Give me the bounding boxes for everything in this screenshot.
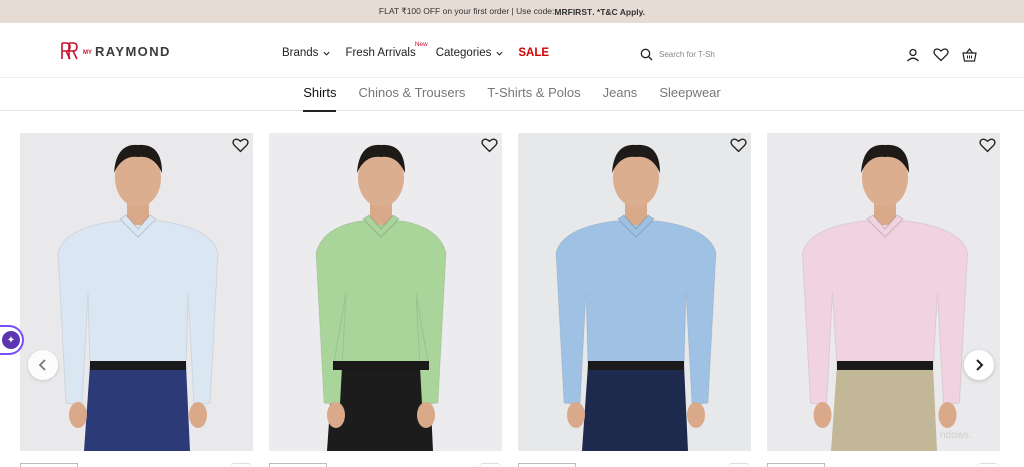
chevron-left-icon (38, 359, 46, 371)
model-left-hand (813, 402, 832, 428)
model-right-hand (938, 402, 957, 428)
product-image[interactable] (767, 133, 1000, 451)
wishlist-icon[interactable] (933, 47, 949, 62)
model-left-hand (69, 402, 87, 428)
main-nav: Brands Fresh Arrivals New Categories SAL… (282, 41, 549, 59)
chevron-down-icon (323, 51, 331, 56)
product-card[interactable] (518, 133, 751, 467)
model-right-hand (687, 402, 705, 428)
search-icon (640, 48, 653, 61)
tab-sleepwear[interactable]: Sleepwear (648, 79, 731, 111)
model-illustration (555, 144, 717, 451)
logo-prefix: MY (83, 49, 92, 56)
heart-icon[interactable] (979, 137, 996, 158)
model-illustration (315, 144, 447, 451)
nav-sale-label: SALE (518, 47, 550, 59)
product-card[interactable] (20, 133, 253, 467)
cart-basket-icon[interactable] (962, 47, 977, 62)
model-trousers (84, 365, 190, 451)
raymond-logo[interactable]: MY RAYMOND (60, 42, 171, 60)
promo-terms: . *T&C Apply. (592, 6, 646, 17)
site-header: MY RAYMOND Brands Fresh Arrivals New Cat… (0, 23, 1024, 78)
account-icon[interactable] (906, 48, 920, 62)
product-carousel (20, 133, 1000, 467)
product-image[interactable] (518, 133, 751, 451)
card-footer-edge (269, 463, 327, 467)
model-left-hand (327, 402, 345, 428)
header-actions (906, 47, 977, 62)
model-belt (837, 361, 933, 370)
promo-text: FLAT ₹100 OFF on your first order | Use … (378, 6, 555, 16)
model-trousers (582, 365, 688, 451)
promo-banner: FLAT ₹100 OFF on your first order | Use … (0, 0, 1024, 23)
model-belt (588, 361, 684, 370)
model-belt (333, 361, 429, 370)
card-footer-button-edge (479, 463, 501, 467)
card-footer-edge (20, 463, 78, 467)
nav-categories[interactable]: Categories (436, 47, 505, 59)
product-image[interactable] (269, 133, 502, 451)
heart-icon[interactable] (730, 137, 747, 158)
logo-name: RAYMOND (95, 43, 171, 59)
os-watermark: ndows. (940, 430, 972, 441)
heart-icon[interactable] (232, 137, 249, 158)
product-image[interactable] (20, 133, 253, 451)
nav-brands[interactable]: Brands (282, 47, 331, 59)
product-card[interactable] (767, 133, 1000, 467)
card-footer-button-edge (230, 463, 252, 467)
model-trousers (831, 365, 937, 451)
model-right-hand (189, 402, 207, 428)
promo-code: MRFIRST (554, 6, 593, 17)
nav-fresh-arrivals-label: Fresh Arrivals (345, 47, 416, 59)
carousel-next-button[interactable] (964, 350, 994, 380)
card-footer-button-edge (728, 463, 750, 467)
model-left-hand (567, 402, 585, 428)
product-card[interactable] (269, 133, 502, 467)
tab-shirts[interactable]: Shirts (292, 79, 347, 112)
category-tabs: Shirts Chinos & Trousers T-Shirts & Polo… (0, 79, 1024, 112)
nav-categories-label: Categories (435, 47, 492, 59)
model-belt (90, 361, 186, 370)
card-footer-edge (518, 463, 576, 467)
tab-tshirts-polos[interactable]: T-Shirts & Polos (476, 79, 591, 111)
card-footer-button-edge (977, 463, 999, 467)
new-badge: New (414, 41, 428, 48)
chevron-right-icon (976, 359, 984, 371)
nav-brands-label: Brands (282, 47, 319, 59)
search-input[interactable] (659, 50, 769, 59)
card-footer-edge (767, 463, 825, 467)
search-bar[interactable] (640, 48, 769, 61)
carousel-prev-button[interactable] (28, 350, 58, 380)
tab-jeans[interactable]: Jeans (592, 79, 649, 111)
nav-fresh-arrivals[interactable]: Fresh Arrivals New (345, 41, 427, 59)
tab-chinos-trousers[interactable]: Chinos & Trousers (347, 79, 476, 111)
model-right-hand (417, 402, 435, 428)
sparkle-icon: ✦ (2, 331, 20, 349)
heart-icon[interactable] (481, 137, 498, 158)
nav-sale[interactable]: SALE (518, 47, 549, 59)
model-illustration (801, 144, 969, 451)
model-illustration (57, 144, 219, 451)
raymond-logo-mark-icon (61, 42, 78, 60)
chevron-down-icon (496, 51, 503, 56)
